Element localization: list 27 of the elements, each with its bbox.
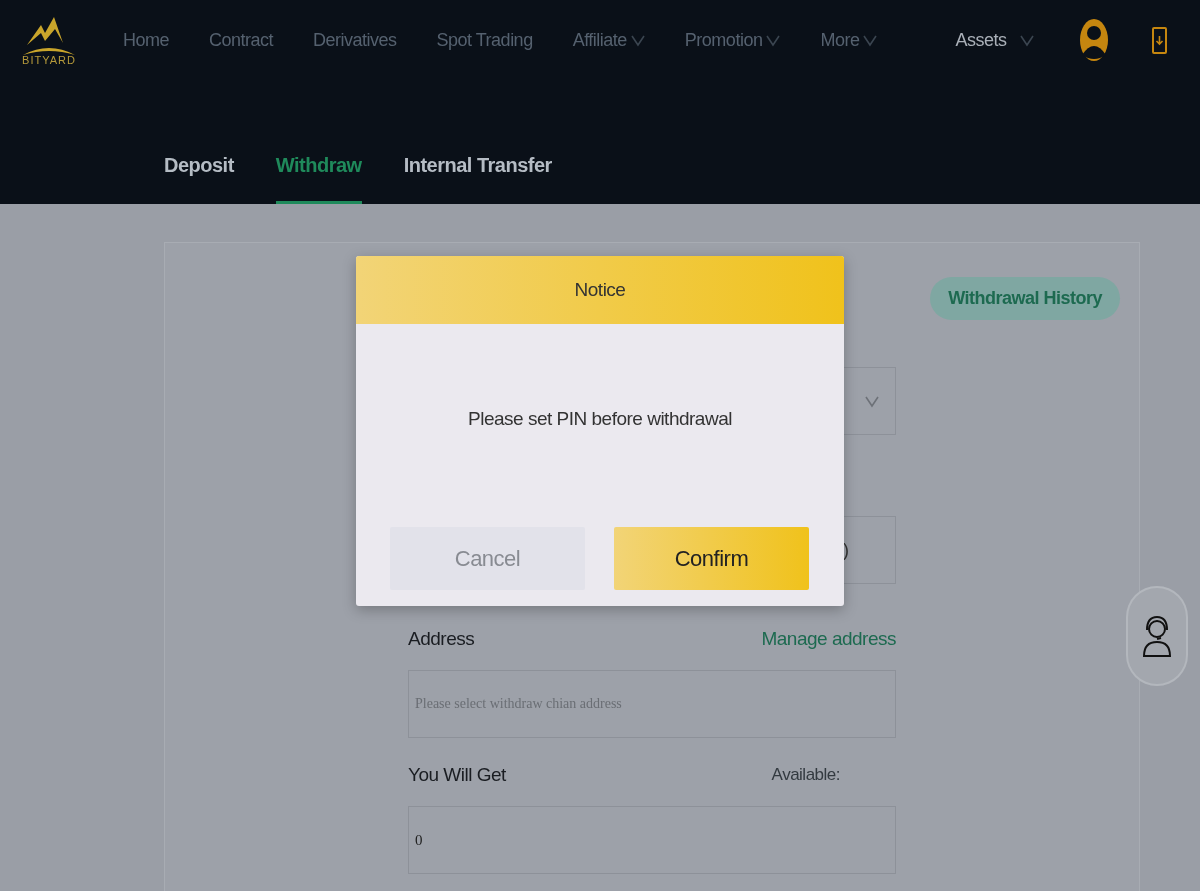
amount-field[interactable]: 0 <box>408 806 896 874</box>
nav-link[interactable]: Promotion <box>684 29 781 51</box>
avatar-icon[interactable] <box>1080 19 1109 61</box>
field-label: Address <box>408 628 475 650</box>
headset-agent-icon <box>1141 614 1173 658</box>
modal-message: Please set PIN before withdrawal <box>468 408 732 430</box>
field-label: You Will Get <box>408 764 506 786</box>
manage-address-link[interactable]: Manage address <box>761 628 896 650</box>
tab[interactable]: Withdraw <box>275 154 362 204</box>
nav-link[interactable]: Home <box>123 29 169 51</box>
nav-link[interactable]: More <box>820 29 878 51</box>
nav-link[interactable]: Spot Trading <box>436 29 533 51</box>
assets-menu[interactable]: Assets <box>955 29 1035 51</box>
support-button[interactable] <box>1128 588 1186 684</box>
tab[interactable]: Internal Transfer <box>403 154 552 204</box>
confirm-button[interactable]: Confirm <box>614 527 809 590</box>
withdrawal-history-button[interactable]: Withdrawal History <box>930 277 1120 320</box>
brand-name: BITYARD <box>22 53 76 66</box>
nav-link[interactable]: Contract <box>209 29 274 51</box>
chevron-down-icon <box>865 394 879 408</box>
phone-download-icon[interactable] <box>1152 26 1168 54</box>
tab[interactable]: Deposit <box>164 154 234 204</box>
nav-link[interactable]: Derivatives <box>313 29 397 51</box>
modal-header: Notice <box>356 256 844 324</box>
nav-link[interactable]: Affiliate <box>572 29 645 51</box>
cancel-button[interactable]: Cancel <box>390 527 585 590</box>
available-label: Available: <box>771 765 840 785</box>
